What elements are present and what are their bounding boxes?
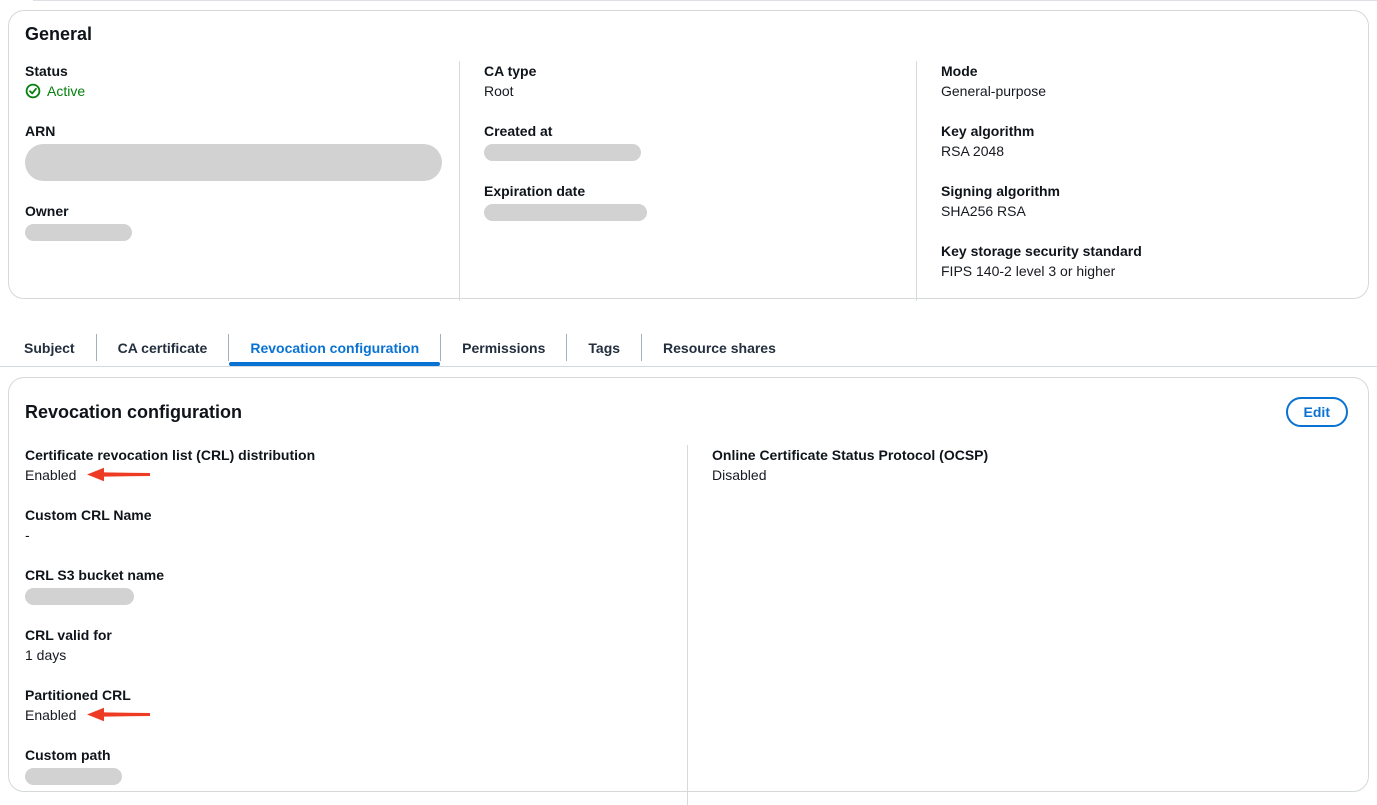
ocsp-field: Online Certificate Status Protocol (OCSP… bbox=[712, 445, 1348, 485]
redacted-arn-value bbox=[25, 144, 442, 181]
revocation-columns: Certificate revocation list (CRL) distri… bbox=[25, 445, 1348, 805]
partitioned-crl-label: Partitioned CRL bbox=[25, 685, 687, 705]
revocation-column-right: Online Certificate Status Protocol (OCSP… bbox=[687, 445, 1348, 805]
custom-crl-name-value: - bbox=[25, 525, 687, 545]
tab-resource-shares[interactable]: Resource shares bbox=[642, 329, 797, 366]
tab-subject[interactable]: Subject bbox=[3, 329, 96, 366]
general-panel: General Status Active ARN bbox=[8, 10, 1369, 299]
revocation-configuration-panel: Revocation configuration Edit Certificat… bbox=[8, 377, 1369, 792]
general-column-3: Mode General-purpose Key algorithm RSA 2… bbox=[916, 61, 1348, 301]
redacted-owner-value bbox=[25, 224, 132, 241]
tabs-bottom-divider bbox=[0, 366, 1377, 367]
ca-type-field: CA type Root bbox=[484, 61, 916, 101]
tab-ca-certificate[interactable]: CA certificate bbox=[97, 329, 229, 366]
custom-crl-name-label: Custom CRL Name bbox=[25, 505, 687, 525]
tab-bar: Subject CA certificate Revocation config… bbox=[3, 329, 797, 366]
crl-distribution-value: Enabled bbox=[25, 465, 687, 485]
key-algorithm-label: Key algorithm bbox=[941, 121, 1348, 141]
key-algorithm-value: RSA 2048 bbox=[941, 141, 1348, 161]
page-top-divider bbox=[33, 0, 1377, 1]
custom-path-label: Custom path bbox=[25, 745, 687, 765]
crl-valid-for-field: CRL valid for 1 days bbox=[25, 625, 687, 665]
expiration-date-field: Expiration date bbox=[484, 181, 916, 221]
redacted-custom-path-value bbox=[25, 768, 122, 785]
arn-field: ARN bbox=[25, 121, 459, 181]
edit-button[interactable]: Edit bbox=[1286, 397, 1348, 427]
arn-label: ARN bbox=[25, 121, 459, 141]
expiration-date-label: Expiration date bbox=[484, 181, 916, 201]
custom-path-field: Custom path bbox=[25, 745, 687, 785]
ca-type-label: CA type bbox=[484, 61, 916, 81]
revocation-column-left: Certificate revocation list (CRL) distri… bbox=[25, 445, 687, 805]
general-column-1: Status Active ARN Owner bbox=[25, 61, 459, 301]
redacted-created-at-value bbox=[484, 144, 641, 161]
status-value: Active bbox=[25, 81, 459, 101]
check-circle-icon bbox=[25, 83, 41, 99]
crl-s3-bucket-field: CRL S3 bucket name bbox=[25, 565, 687, 605]
mode-field: Mode General-purpose bbox=[941, 61, 1348, 101]
key-storage-value: FIPS 140-2 level 3 or higher bbox=[941, 261, 1348, 281]
tab-tags[interactable]: Tags bbox=[567, 329, 641, 366]
redacted-expiration-date-value bbox=[484, 204, 647, 221]
annotation-arrow-icon bbox=[87, 707, 150, 722]
owner-field: Owner bbox=[25, 201, 459, 241]
crl-s3-bucket-label: CRL S3 bucket name bbox=[25, 565, 687, 585]
tab-revocation-configuration[interactable]: Revocation configuration bbox=[229, 329, 440, 366]
revocation-panel-header: Revocation configuration Edit bbox=[25, 397, 1348, 427]
status-label: Status bbox=[25, 61, 459, 81]
key-storage-label: Key storage security standard bbox=[941, 241, 1348, 261]
key-storage-field: Key storage security standard FIPS 140-2… bbox=[941, 241, 1348, 281]
general-column-2: CA type Root Created at Expiration date bbox=[459, 61, 916, 301]
ocsp-label: Online Certificate Status Protocol (OCSP… bbox=[712, 445, 1348, 465]
crl-valid-for-label: CRL valid for bbox=[25, 625, 687, 645]
crl-valid-for-value: 1 days bbox=[25, 645, 687, 665]
status-text: Active bbox=[47, 81, 85, 101]
crl-distribution-field: Certificate revocation list (CRL) distri… bbox=[25, 445, 687, 485]
revocation-panel-title: Revocation configuration bbox=[25, 401, 242, 424]
mode-label: Mode bbox=[941, 61, 1348, 81]
annotation-arrow-icon bbox=[87, 467, 150, 482]
crl-distribution-label: Certificate revocation list (CRL) distri… bbox=[25, 445, 687, 465]
key-algorithm-field: Key algorithm RSA 2048 bbox=[941, 121, 1348, 161]
tab-permissions[interactable]: Permissions bbox=[441, 329, 566, 366]
general-panel-title: General bbox=[25, 23, 1348, 46]
status-field: Status Active bbox=[25, 61, 459, 101]
custom-crl-name-field: Custom CRL Name - bbox=[25, 505, 687, 545]
general-columns: Status Active ARN Owner bbox=[25, 61, 1348, 295]
owner-label: Owner bbox=[25, 201, 459, 221]
signing-algorithm-label: Signing algorithm bbox=[941, 181, 1348, 201]
partitioned-crl-value: Enabled bbox=[25, 705, 687, 725]
ca-type-value: Root bbox=[484, 81, 916, 101]
ocsp-value: Disabled bbox=[712, 465, 1348, 485]
created-at-label: Created at bbox=[484, 121, 916, 141]
signing-algorithm-field: Signing algorithm SHA256 RSA bbox=[941, 181, 1348, 221]
partitioned-crl-field: Partitioned CRL Enabled bbox=[25, 685, 687, 725]
created-at-field: Created at bbox=[484, 121, 916, 161]
signing-algorithm-value: SHA256 RSA bbox=[941, 201, 1348, 221]
mode-value: General-purpose bbox=[941, 81, 1348, 101]
redacted-s3-bucket-value bbox=[25, 588, 134, 605]
